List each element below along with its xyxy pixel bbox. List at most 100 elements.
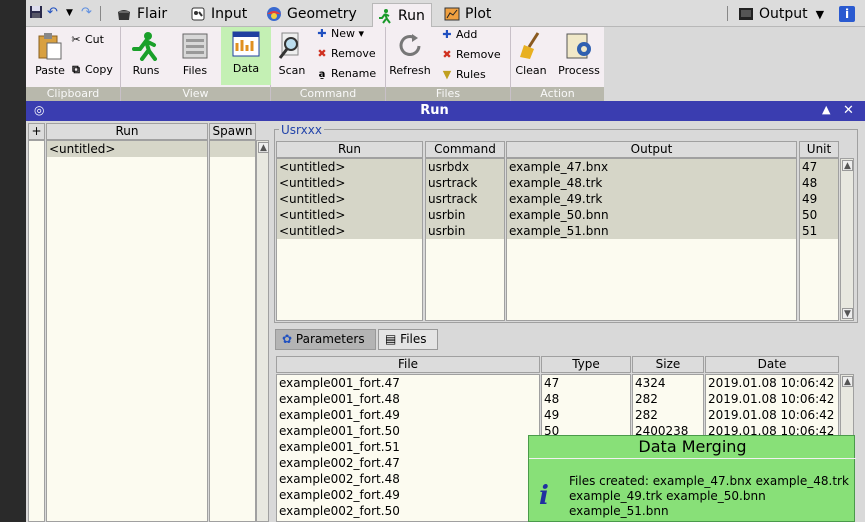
table-cell[interactable]: 49 [800,191,838,207]
command-remove-button[interactable]: ✖ Remove [316,45,375,63]
refresh-icon [395,31,425,61]
table-cell[interactable]: example_51.bnn [507,223,796,239]
table-row[interactable]: <untitled> [277,175,422,191]
table-row[interactable]: example001_fort.49 [277,407,539,423]
process-button[interactable]: Process [553,29,605,85]
runs-button[interactable]: Runs [122,29,170,85]
table-cell[interactable]: 2019.01.08 10:06:42 [706,375,838,391]
table-row[interactable]: example002_fort.49 [277,487,539,503]
paste-button[interactable]: Paste [26,29,74,85]
table-cell[interactable]: example_47.bnx [507,159,796,175]
tab-geometry[interactable]: Geometry [262,3,361,25]
list-item[interactable]: <untitled> [47,141,207,157]
notification-title: Data Merging [638,437,747,456]
add-button[interactable]: ✚ Add [441,26,477,44]
rename-button[interactable]: a̱ Rename [316,65,377,83]
table-cell[interactable]: 4324 [633,375,703,391]
usrxxx-command-header[interactable]: Command [425,141,505,158]
data-button[interactable]: Data [221,27,271,85]
copy-button[interactable]: ⧉ Copy [70,61,113,79]
table-row[interactable]: example001_fort.51 [277,439,539,455]
scroll-up-icon[interactable]: ▲ [842,160,853,171]
close-icon[interactable]: ✕ [843,103,854,118]
redo-icon[interactable]: ↷ [81,5,92,21]
files-remove-button[interactable]: ✖ Remove [441,46,500,64]
table-cell[interactable]: usrbin [426,223,504,239]
table-row[interactable]: <untitled> [277,159,422,175]
table-row[interactable]: example002_fort.50 [277,503,539,519]
usrxxx-unit-header[interactable]: Unit [799,141,839,158]
divider [529,458,856,459]
table-cell[interactable]: usrbin [426,207,504,223]
table-cell[interactable]: 2019.01.08 10:06:42 [706,391,838,407]
table-cell[interactable]: 48 [800,175,838,191]
scroll-up-icon[interactable]: ▲ [258,142,269,153]
files-button[interactable]: Files [171,29,219,85]
expand-column-header[interactable]: + [28,123,45,140]
minimize-icon[interactable]: ▲ [822,103,830,116]
refresh-button[interactable]: Refresh [386,29,434,85]
new-button[interactable]: ✚ New ▾ [316,25,364,43]
separator [727,6,728,21]
table-row[interactable]: example001_fort.47 [277,375,539,391]
tab-plot[interactable]: Plot [440,3,495,25]
date-column-header[interactable]: Date [705,356,839,373]
tab-input[interactable]: Input [186,3,251,25]
usrxxx-scrollbar[interactable]: ▲ ▼ [840,158,854,321]
tab-files[interactable]: ▤ Files [378,329,438,350]
table-cell[interactable]: 2019.01.08 10:06:42 [706,407,838,423]
chevron-down-icon[interactable]: ▼ [66,8,73,24]
table-cell[interactable]: 47 [542,375,630,391]
refresh-label: Refresh [389,64,431,77]
table-cell[interactable]: 47 [800,159,838,175]
run-column-header[interactable]: Run [46,123,208,140]
scan-button[interactable]: Scan [271,29,313,85]
table-cell[interactable]: 282 [633,407,703,423]
usrxxx-output-header[interactable]: Output [506,141,797,158]
table-cell[interactable]: 50 [800,207,838,223]
table-cell[interactable]: example_50.bnn [507,207,796,223]
table-row[interactable]: <untitled> [277,223,422,239]
output-menu[interactable]: Output ▼ [734,3,828,25]
usrxxx-run-column: <untitled> <untitled> <untitled> <untitl… [276,158,423,321]
table-row[interactable]: example002_fort.47 [277,455,539,471]
left-scrollbar[interactable]: ▲ [256,140,269,522]
usrxxx-run-header[interactable]: Run [276,141,423,158]
table-cell[interactable]: example_49.trk [507,191,796,207]
table-cell[interactable]: 51 [800,223,838,239]
undo-icon[interactable]: ↶ [47,5,58,21]
data-merging-notification[interactable]: Data Merging i Files created: example_47… [528,435,856,522]
table-cell[interactable]: usrtrack [426,175,504,191]
cut-button[interactable]: ✂ Cut [70,31,104,49]
scroll-up-icon[interactable]: ▲ [842,376,853,387]
spawn-column-header[interactable]: Spawn [209,123,256,140]
table-cell[interactable]: 48 [542,391,630,407]
table-cell[interactable]: usrtrack [426,191,504,207]
table-cell[interactable]: example_48.trk [507,175,796,191]
output-menu-label: Output [759,6,808,22]
table-row[interactable]: <untitled> [277,191,422,207]
table-row[interactable]: example001_fort.48 [277,391,539,407]
tab-parameters[interactable]: ✿ Parameters [275,329,376,350]
table-cell[interactable]: 49 [542,407,630,423]
plot-icon [444,6,460,22]
save-icon[interactable] [29,5,43,21]
rules-button[interactable]: ▼ Rules [441,66,486,84]
table-row[interactable]: example001_fort.50 [277,423,539,439]
table-cell[interactable]: 282 [633,391,703,407]
table-cell[interactable]: usrbdx [426,159,504,175]
file-column-header[interactable]: File [276,356,540,373]
tab-flair[interactable]: Flair [112,3,171,25]
help-icon[interactable]: i [839,6,855,22]
list-item-spawn[interactable] [210,141,255,157]
size-column-header[interactable]: Size [632,356,704,373]
scroll-down-icon[interactable]: ▼ [842,308,853,319]
tab-run[interactable]: Run [372,3,432,27]
clean-button[interactable]: Clean [507,29,555,85]
table-row[interactable]: example002_fort.48 [277,471,539,487]
type-column-header[interactable]: Type [541,356,631,373]
scissors-icon: ✂ [71,33,81,46]
separator [100,6,101,21]
table-row[interactable]: <untitled> [277,207,422,223]
panel-title: Run [420,103,449,118]
